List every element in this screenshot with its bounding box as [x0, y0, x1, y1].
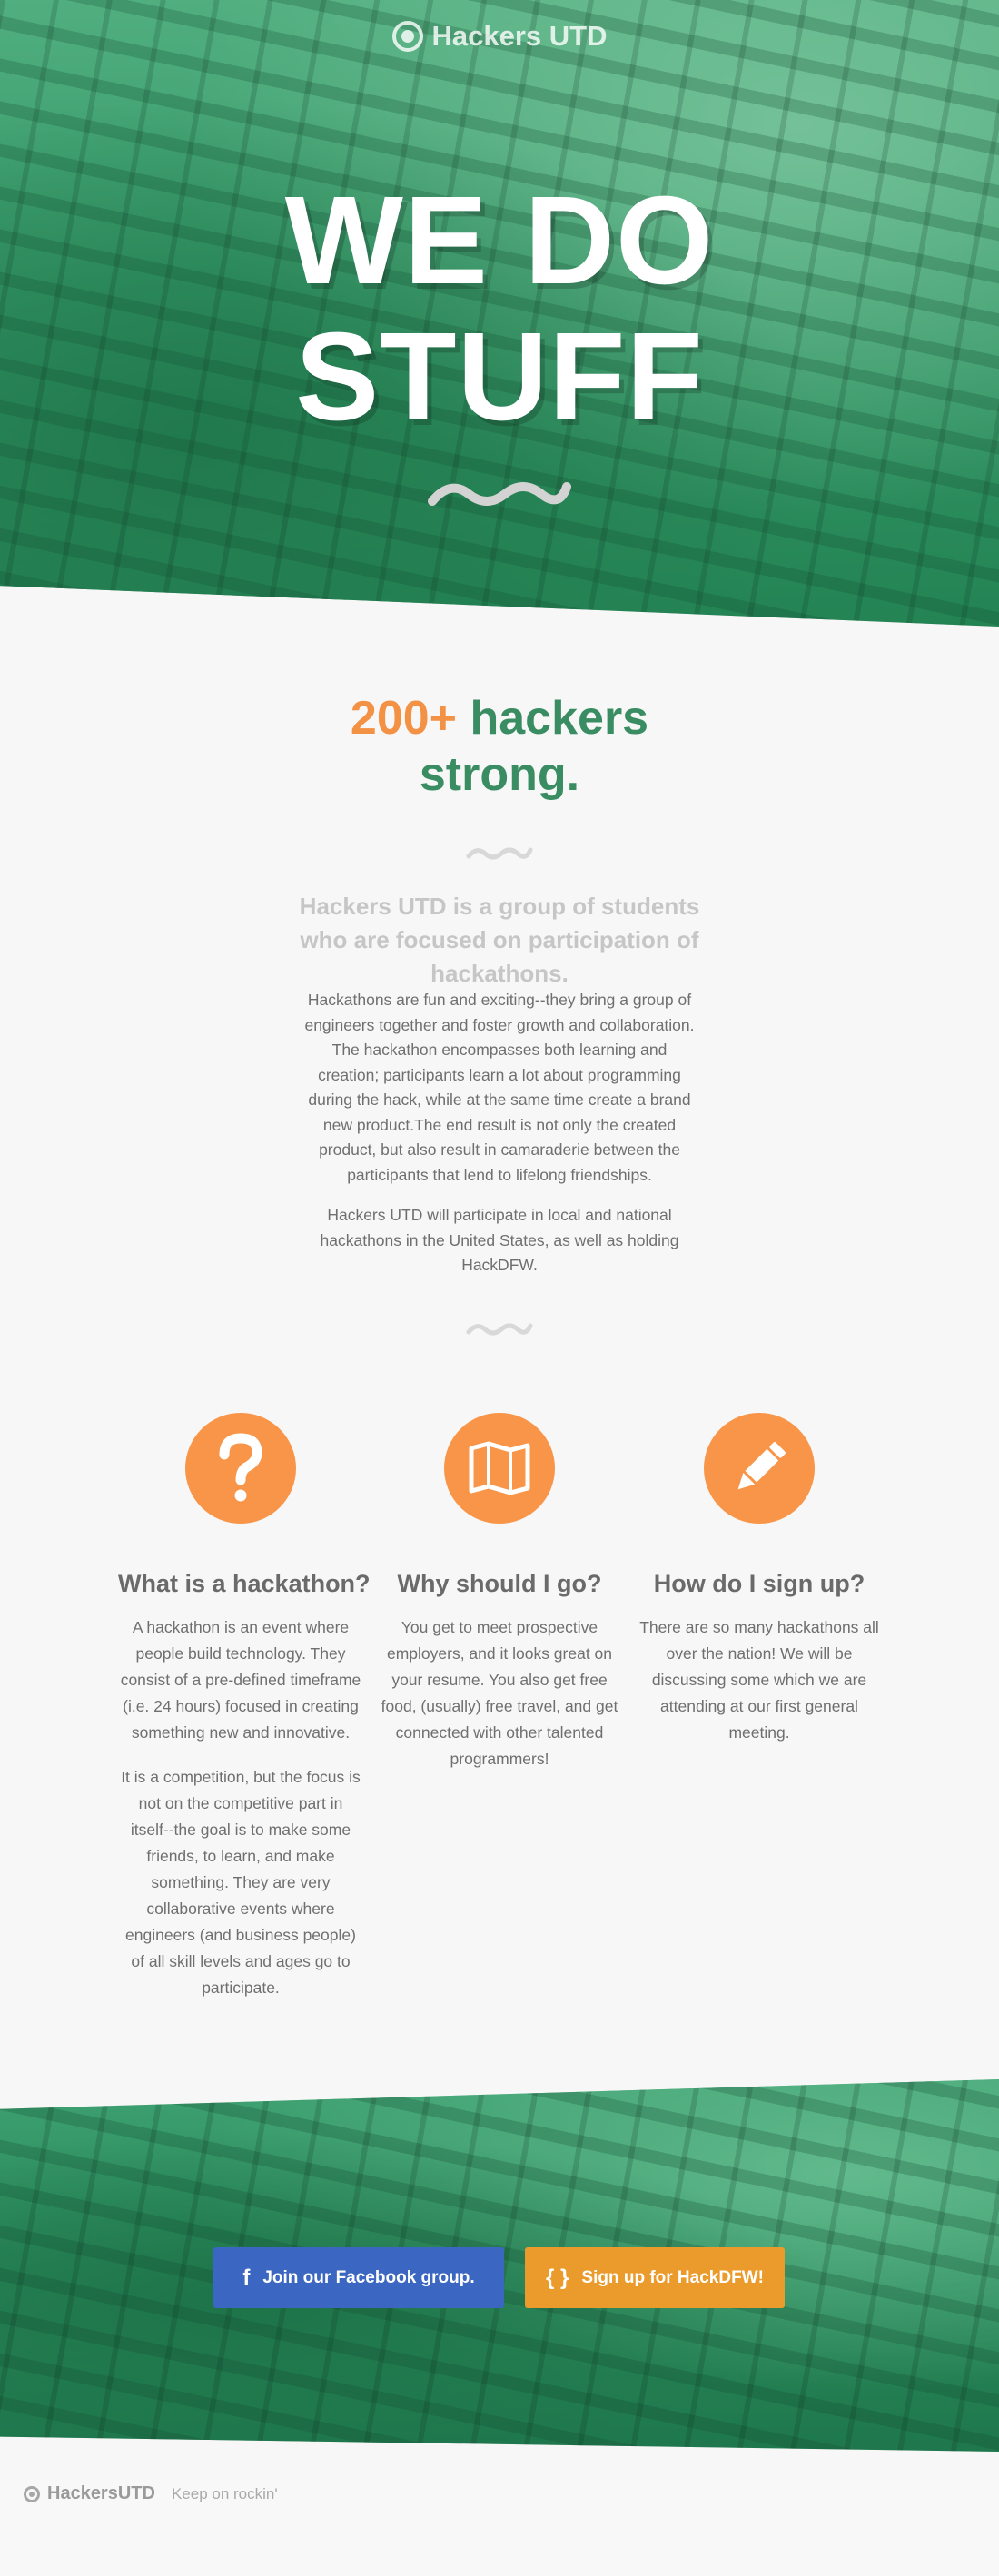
feature-title: Why should I go?: [397, 1570, 602, 1597]
pencil-icon: [704, 1413, 815, 1524]
footer-brand[interactable]: HackersUTD: [47, 2483, 155, 2504]
footer-logo-icon: [24, 2485, 40, 2502]
question-mark-icon: [185, 1413, 296, 1524]
wave-divider-icon: [428, 482, 571, 506]
feature-title: What is a hackathon?: [118, 1570, 371, 1597]
hero-title-line1: WE DO: [284, 171, 715, 311]
hackdfw-signup-button[interactable]: { } Sign up for HackDFW!: [525, 2247, 785, 2308]
button-label: Sign up for HackDFW!: [581, 2267, 764, 2287]
feature-title: How do I sign up?: [653, 1570, 865, 1597]
feature-why-go: Why should I go? You get to meet prospec…: [377, 1413, 622, 1772]
footer-content: HackersUTD Keep on rockin': [24, 2483, 278, 2504]
feature-text: It is a competition, but the focus is no…: [121, 1768, 361, 1997]
hackers-utd-logo-icon: [391, 21, 423, 52]
hacker-count: 200+: [350, 692, 458, 745]
about-subheading: Hackers UTD is a group of students who a…: [299, 893, 700, 987]
feature-what-is-hackathon: What is a hackathon? A hackathon is an e…: [118, 1413, 371, 2001]
feature-how-sign-up: How do I sign up? There are so many hack…: [637, 1413, 882, 1746]
hero-title: WE DO STUFF: [0, 173, 999, 445]
curly-braces-icon: { }: [546, 2265, 569, 2290]
feature-text: You get to meet prospective employers, a…: [381, 1618, 618, 1768]
brand-name: Hackers UTD: [431, 20, 608, 52]
join-facebook-group-button[interactable]: f Join our Facebook group.: [213, 2247, 504, 2308]
wave-divider-icon: [466, 847, 533, 860]
footer-tagline: Keep on rockin': [171, 2484, 278, 2502]
map-icon: [444, 1413, 555, 1524]
button-label: Join our Facebook group.: [262, 2267, 475, 2287]
facebook-icon: f: [242, 2265, 251, 2290]
about-paragraph: Hackers UTD will participate in local an…: [320, 1206, 679, 1274]
about-paragraph: Hackathons are fun and exciting--they br…: [304, 991, 695, 1184]
feature-text: A hackathon is an event where people bui…: [120, 1618, 361, 1742]
about-heading: 200+ hackers strong.: [272, 690, 727, 803]
wave-divider-icon: [466, 1323, 533, 1336]
hero-title-line2: STUFF: [295, 307, 704, 447]
feature-text: There are so many hackathons all over th…: [639, 1618, 879, 1742]
header-brand[interactable]: Hackers UTD: [0, 20, 999, 53]
